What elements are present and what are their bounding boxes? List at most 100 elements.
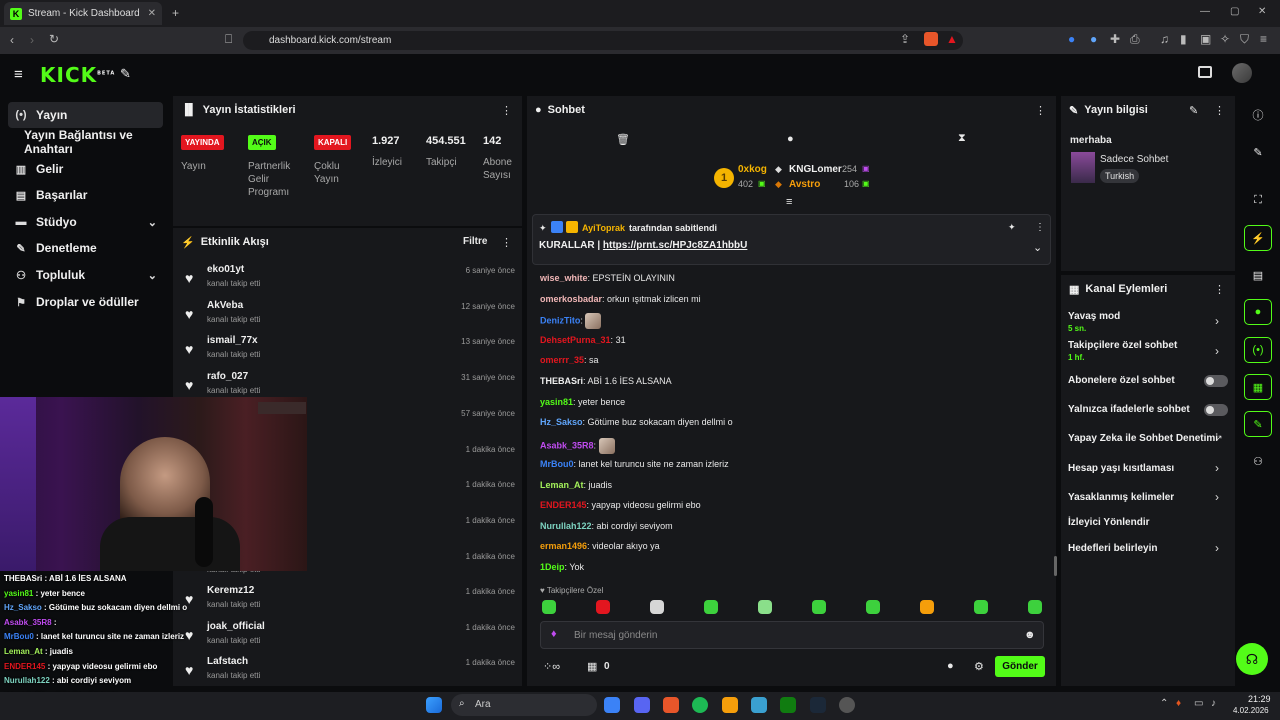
chat-username[interactable]: omerkosbadar — [540, 294, 602, 304]
chat-message[interactable]: THEBASri: ABİ 1.6 İES ALSANA — [540, 376, 672, 386]
emote-icon[interactable] — [542, 600, 556, 614]
kebab-menu-icon[interactable]: ⋮ — [1035, 104, 1046, 117]
emote-icon[interactable] — [1028, 600, 1042, 614]
close-tab-icon[interactable]: ✕ — [148, 8, 156, 19]
pin-icon[interactable]: ✎ — [120, 66, 131, 82]
emoji-icon[interactable]: ☻ — [1024, 629, 1036, 641]
emote-icon[interactable] — [866, 600, 880, 614]
nav-denetleme[interactable]: ✎ Denetleme — [8, 235, 163, 261]
chat-message[interactable]: Leman_At: juadis — [540, 480, 612, 490]
clock-date[interactable]: 4.02.2026 — [1233, 706, 1269, 715]
emote-icon[interactable] — [974, 600, 988, 614]
extension-icon[interactable]: ● — [1068, 33, 1075, 45]
store-icon[interactable]: ▦ — [1244, 374, 1272, 400]
app-icon[interactable] — [722, 697, 738, 713]
chat-message[interactable]: ENDER145: yapyap videosu gelirmi ebo — [540, 500, 701, 510]
edit-icon[interactable]: ✎ — [1189, 104, 1198, 117]
category-name[interactable]: Sadece Sohbet — [1100, 154, 1168, 165]
network-icon[interactable]: ▭ — [1194, 698, 1203, 709]
leader-name[interactable]: Avstro — [789, 179, 820, 190]
wallet-icon[interactable]: ▣ — [1200, 33, 1211, 45]
activity-item[interactable]: ♥ joak_official kanalı takip etti 1 dakika … — [185, 621, 515, 655]
vpn-icon[interactable]: ⛉ — [1240, 33, 1249, 45]
activity-item[interactable]: ♥ ismail_77x kanalı takip etti 13 saniye ön… — [185, 335, 515, 369]
people-icon[interactable]: ⚇ — [1244, 448, 1272, 474]
discord-icon[interactable] — [634, 697, 650, 713]
nav-studyo[interactable]: ▬ Stüdyo ⌄ — [8, 209, 163, 235]
chat-username[interactable]: DenizTito — [540, 315, 580, 325]
emote-icon[interactable] — [920, 600, 934, 614]
chat-scrollbar[interactable] — [1054, 556, 1057, 576]
new-tab-icon[interactable]: + — [172, 7, 179, 19]
bolt-icon[interactable]: ⚡ — [1244, 225, 1272, 251]
chevron-right-icon[interactable]: › — [1215, 344, 1219, 358]
send-button[interactable]: Gönder — [995, 656, 1045, 677]
activity-username[interactable]: rafo_027 — [207, 371, 248, 382]
activity-username[interactable]: AkVeba — [207, 300, 243, 311]
chat-username[interactable]: Hz_Sakso — [540, 417, 583, 427]
activity-username[interactable]: Keremz12 — [207, 585, 254, 596]
redirect-viewers-row[interactable]: İzleyici Yönlendir — [1068, 517, 1150, 528]
chat-username[interactable]: 1Deip — [540, 562, 565, 572]
age-restriction-row[interactable]: Hesap yaşı kısıtlaması — [1068, 463, 1174, 474]
expand-leaderboard-icon[interactable]: ≡ — [786, 196, 792, 208]
nav-basarilar[interactable]: ▤ Başarılar — [8, 182, 163, 208]
app-icon[interactable] — [751, 697, 767, 713]
bookmark-icon[interactable]: ⎕ — [225, 33, 232, 45]
channel-points-icon[interactable]: ⁘∞ — [543, 660, 560, 673]
leader-name[interactable]: KNGLomer — [789, 164, 842, 175]
kebab-menu-icon[interactable]: ⋮ — [1214, 283, 1225, 296]
chat-message[interactable]: Nurullah122: abi cordiyi seviyom — [540, 521, 673, 531]
chat-username[interactable]: yasin81 — [540, 397, 573, 407]
nav-yayin[interactable]: (•) Yayın — [8, 102, 163, 128]
back-icon[interactable]: ‹ — [10, 34, 14, 46]
chat-message[interactable]: omerrr_35: sa — [540, 355, 599, 365]
trash-icon[interactable]: 🗑 — [616, 133, 630, 146]
emote-icon[interactable] — [704, 600, 718, 614]
chevron-right-icon[interactable]: › — [1215, 461, 1219, 475]
chat-message[interactable]: 1Deip: Yok — [540, 562, 584, 572]
document-icon[interactable]: ▤ — [1244, 262, 1272, 288]
pinned-link[interactable]: https://prnt.sc/HPJc8ZA1hbbU — [603, 240, 747, 251]
wrench-icon[interactable]: ✎ — [1244, 411, 1272, 437]
emote-icon[interactable] — [596, 600, 610, 614]
kebab-menu-icon[interactable]: ⋮ — [1035, 222, 1045, 233]
chevron-up-icon[interactable]: ⌃ — [1160, 698, 1168, 709]
followers-chat-row[interactable]: Takipçilere özel sohbet 1 hf. — [1068, 340, 1177, 362]
ai-mod-row[interactable]: Yapay Zeka ile Sohbet Denetimi — [1068, 433, 1218, 444]
emote-icon[interactable] — [812, 600, 826, 614]
emote-icon[interactable] — [650, 600, 664, 614]
category-thumbnail[interactable] — [1071, 152, 1095, 183]
sidebar-icon[interactable]: ▮ — [1180, 33, 1187, 45]
nav-droplar[interactable]: ⚑ Droplar ve ödüller — [8, 289, 163, 315]
emote-chat-toggle[interactable] — [1204, 404, 1228, 416]
slow-mode-row[interactable]: Yavaş mod 5 sn. — [1068, 311, 1120, 333]
brave-shield-icon[interactable] — [924, 32, 938, 46]
chat-input[interactable]: ♦ Bir mesaj gönderin ☻ — [540, 621, 1044, 649]
chat-username[interactable]: omerrr_35 — [540, 355, 584, 365]
activity-item[interactable]: ♥ Lafstach kanalı takip etti 1 dakika önce — [185, 656, 515, 690]
activity-username[interactable]: eko01yt — [207, 264, 244, 275]
kebab-menu-icon[interactable]: ⋮ — [501, 236, 512, 249]
chevron-right-icon[interactable]: › — [1215, 541, 1219, 555]
banned-words-row[interactable]: Yasaklanmış kelimeler — [1068, 492, 1174, 503]
chat-message[interactable]: omerkosbadar: orkun ışıtmak izlicen mi — [540, 294, 701, 304]
nav-stream-key[interactable]: Yayın Bağlantısı ve Anahtarı — [18, 128, 178, 156]
maximize-icon[interactable]: ▢ — [1230, 7, 1239, 17]
chat-message[interactable]: MrBou0: lanet kel turuncu site ne zaman … — [540, 459, 729, 469]
activity-item[interactable]: ♥ eko01yt kanalı takip etti 6 saniye önce — [185, 264, 515, 298]
hamburger-menu-icon[interactable]: ≡ — [14, 66, 23, 83]
kebab-menu-icon[interactable]: ⋮ — [1214, 104, 1225, 117]
taskbar-search[interactable]: ⌕ Ara — [451, 694, 597, 716]
broadcast-icon[interactable]: (•) — [1244, 337, 1272, 363]
fullscreen-icon[interactable]: ⛶ — [1244, 187, 1272, 213]
leo-icon[interactable]: ✧ — [1220, 33, 1230, 45]
volume-icon[interactable]: ♪ — [1211, 698, 1216, 709]
chat-message[interactable]: wise_white: EPSTEİN OLAYININ — [540, 273, 675, 283]
activity-item[interactable]: ♥ Keremz12 kanalı takip etti 1 dakika önce — [185, 585, 515, 619]
chat-icon[interactable]: ● — [787, 133, 794, 145]
xbox-icon[interactable] — [780, 697, 796, 713]
url-field[interactable]: dashboard.kick.com/stream — [243, 31, 963, 50]
extension-icon[interactable]: ● — [1090, 33, 1097, 45]
close-window-icon[interactable]: ✕ — [1258, 7, 1266, 17]
